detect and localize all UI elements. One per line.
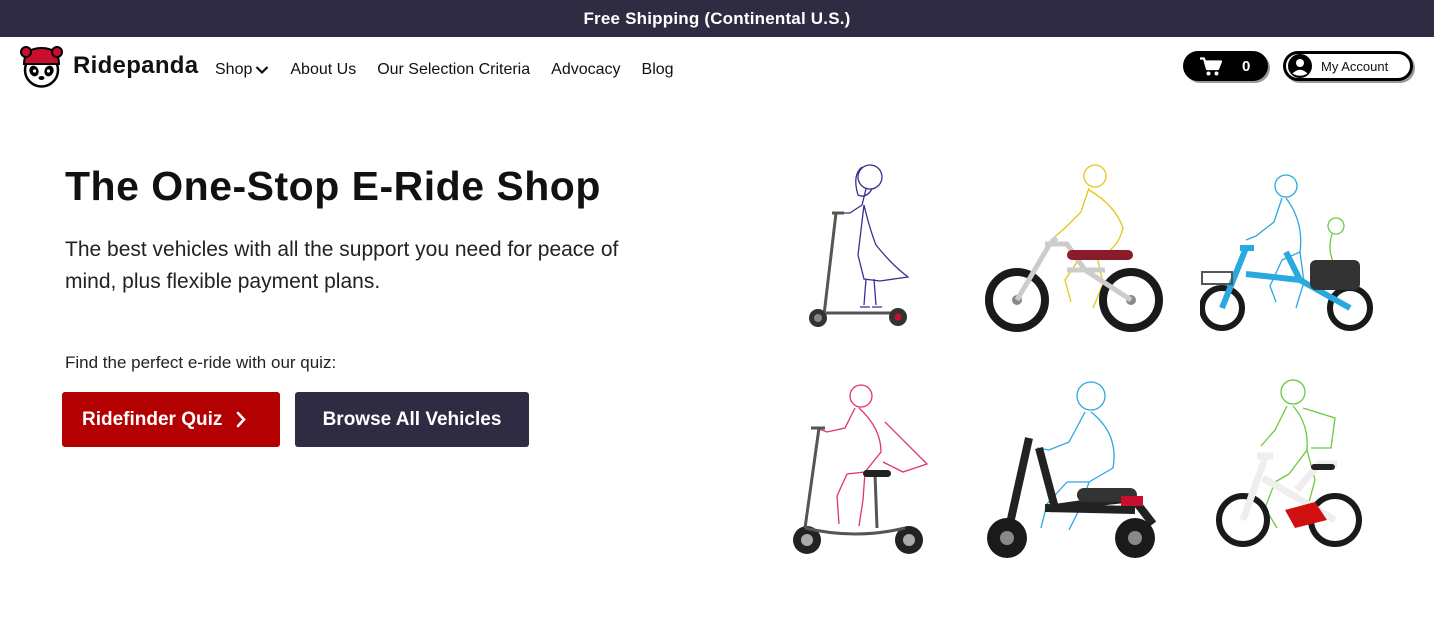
cart-icon bbox=[1200, 56, 1222, 75]
nav-shop[interactable]: Shop bbox=[215, 61, 269, 79]
cart-button[interactable]: 0 bbox=[1183, 51, 1268, 81]
ridefinder-quiz-label: Ridefinder Quiz bbox=[82, 408, 223, 430]
nav-advocacy-label: Advocacy bbox=[551, 61, 621, 78]
ridefinder-quiz-button[interactable]: Ridefinder Quiz bbox=[62, 392, 280, 447]
announcement-text: Free Shipping (Continental U.S.) bbox=[583, 8, 851, 28]
kick-scooter-illustration[interactable] bbox=[800, 155, 920, 335]
nav-shop-label: Shop bbox=[215, 61, 253, 78]
main-nav: Shop About Us Our Selection Criteria Adv… bbox=[215, 61, 674, 79]
browse-all-vehicles-label: Browse All Vehicles bbox=[322, 408, 502, 430]
seated-scooter-illustration[interactable] bbox=[785, 378, 935, 560]
brand-name: Ridepanda bbox=[73, 52, 199, 79]
nav-blog[interactable]: Blog bbox=[642, 61, 674, 79]
panda-logo-icon bbox=[20, 46, 63, 88]
hero-title: The One-Stop E-Ride Shop bbox=[65, 163, 601, 209]
announcement-bar: Free Shipping (Continental U.S.) bbox=[0, 0, 1434, 37]
my-account-button[interactable]: My Account bbox=[1283, 51, 1413, 81]
chevron-right-icon bbox=[237, 411, 247, 428]
brand-logo[interactable]: Ridepanda bbox=[20, 44, 198, 88]
nav-blog-label: Blog bbox=[641, 61, 674, 78]
chevron-down-icon bbox=[256, 66, 269, 75]
nav-about-us-label: About Us bbox=[290, 61, 357, 78]
nav-advocacy[interactable]: Advocacy bbox=[551, 61, 620, 79]
cargo-ebike-illustration[interactable] bbox=[1200, 170, 1380, 335]
cart-count: 0 bbox=[1242, 57, 1251, 75]
site-header: Ridepanda Shop About Us Our Selection Cr… bbox=[0, 37, 1434, 103]
user-icon bbox=[1288, 54, 1312, 78]
nav-about-us[interactable]: About Us bbox=[290, 61, 356, 79]
moped-ebike-illustration[interactable] bbox=[985, 160, 1165, 335]
electric-moped-illustration[interactable] bbox=[985, 378, 1165, 560]
browse-all-vehicles-button[interactable]: Browse All Vehicles bbox=[295, 392, 529, 447]
nav-selection-criteria-label: Our Selection Criteria bbox=[377, 61, 531, 78]
quiz-prompt: Find the perfect e-ride with our quiz: bbox=[65, 353, 337, 372]
my-account-label: My Account bbox=[1321, 58, 1389, 74]
folding-ebike-illustration[interactable] bbox=[1215, 378, 1365, 560]
hero-subtitle: The best vehicles with all the support y… bbox=[65, 238, 619, 293]
nav-selection-criteria[interactable]: Our Selection Criteria bbox=[377, 61, 530, 79]
